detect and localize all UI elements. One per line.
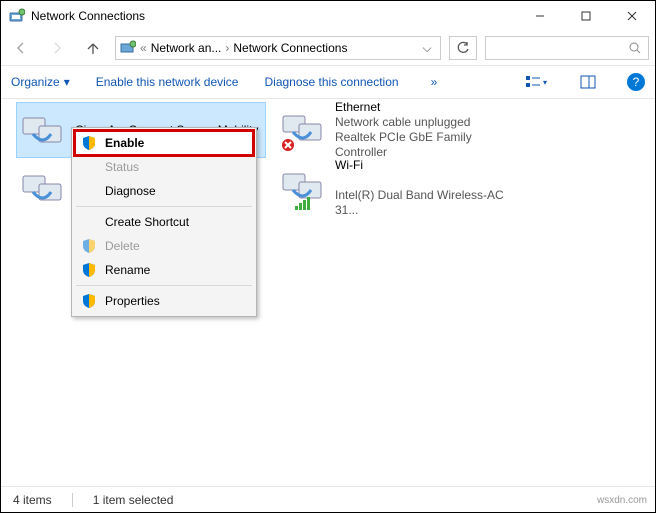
chevron-down-icon: ▾: [64, 75, 70, 89]
shield-icon: [81, 238, 97, 254]
menu-enable[interactable]: Enable: [75, 131, 253, 155]
selection-count: 1 item selected: [93, 493, 174, 507]
adapter-driver: Intel(R) Dual Band Wireless-AC 31...: [335, 188, 521, 218]
search-box[interactable]: [485, 36, 649, 60]
titlebar: Network Connections: [1, 1, 655, 31]
breadcrumb-dropdown[interactable]: ⌵: [418, 41, 436, 56]
menu-diagnose[interactable]: Diagnose: [75, 179, 253, 203]
overflow-button[interactable]: »: [431, 75, 438, 89]
forward-button[interactable]: [43, 34, 71, 62]
search-icon: [628, 41, 642, 55]
breadcrumb-sep: «: [140, 41, 147, 55]
breadcrumb-seg2[interactable]: Network Connections: [233, 41, 347, 55]
menu-create-shortcut[interactable]: Create Shortcut: [75, 210, 253, 234]
enable-device-button[interactable]: Enable this network device: [96, 75, 239, 89]
refresh-button[interactable]: [449, 36, 477, 60]
menu-status: Status: [75, 155, 253, 179]
menu-delete: Delete: [75, 234, 253, 258]
adapter-status: Network cable unplugged: [335, 115, 521, 130]
view-mode-button[interactable]: ▾: [523, 74, 549, 90]
menu-separator: [76, 206, 252, 207]
adapter-item-ethernet[interactable]: Ethernet Network cable unplugged Realtek…: [277, 103, 525, 157]
adapter-name: Wi-Fi: [335, 158, 521, 173]
menu-rename[interactable]: Rename: [75, 258, 253, 282]
adapter-driver: Realtek PCIe GbE Family Controller: [335, 130, 521, 160]
item-count: 4 items: [13, 493, 52, 507]
address-bar: « Network an... › Network Connections ⌵: [1, 31, 655, 65]
menu-separator: [76, 285, 252, 286]
network-adapter-icon: [281, 170, 325, 206]
app-icon: [9, 8, 25, 24]
close-button[interactable]: [609, 1, 655, 30]
network-adapter-icon: [281, 112, 325, 148]
watermark: wsxdn.com: [597, 495, 647, 506]
breadcrumb-seg1[interactable]: Network an...: [151, 41, 222, 55]
help-button[interactable]: ?: [627, 73, 645, 91]
shield-icon: [81, 293, 97, 309]
control-panel-icon: [120, 40, 136, 56]
network-adapter-icon: [21, 170, 65, 206]
adapter-name: Ethernet: [335, 100, 521, 115]
breadcrumb-sep: ›: [225, 41, 229, 55]
shield-icon: [81, 262, 97, 278]
command-bar: Organize ▾ Enable this network device Di…: [1, 65, 655, 99]
organize-menu[interactable]: Organize ▾: [11, 75, 70, 89]
network-adapter-icon: [21, 112, 65, 148]
details-pane-button[interactable]: [575, 74, 601, 90]
back-button[interactable]: [7, 34, 35, 62]
diagnose-connection-button[interactable]: Diagnose this connection: [264, 75, 398, 89]
status-bar: 4 items 1 item selected: [1, 486, 655, 512]
status-divider: [72, 493, 73, 507]
minimize-button[interactable]: [517, 1, 563, 30]
menu-properties[interactable]: Properties: [75, 289, 253, 313]
context-menu: Enable Status Diagnose Create Shortcut D…: [71, 127, 257, 317]
up-button[interactable]: [79, 34, 107, 62]
breadcrumb[interactable]: « Network an... › Network Connections ⌵: [115, 36, 441, 60]
shield-icon: [81, 135, 97, 151]
maximize-button[interactable]: [563, 1, 609, 30]
adapter-item-wifi[interactable]: Wi-Fi Intel(R) Dual Band Wireless-AC 31.…: [277, 161, 525, 215]
window-title: Network Connections: [31, 9, 517, 23]
